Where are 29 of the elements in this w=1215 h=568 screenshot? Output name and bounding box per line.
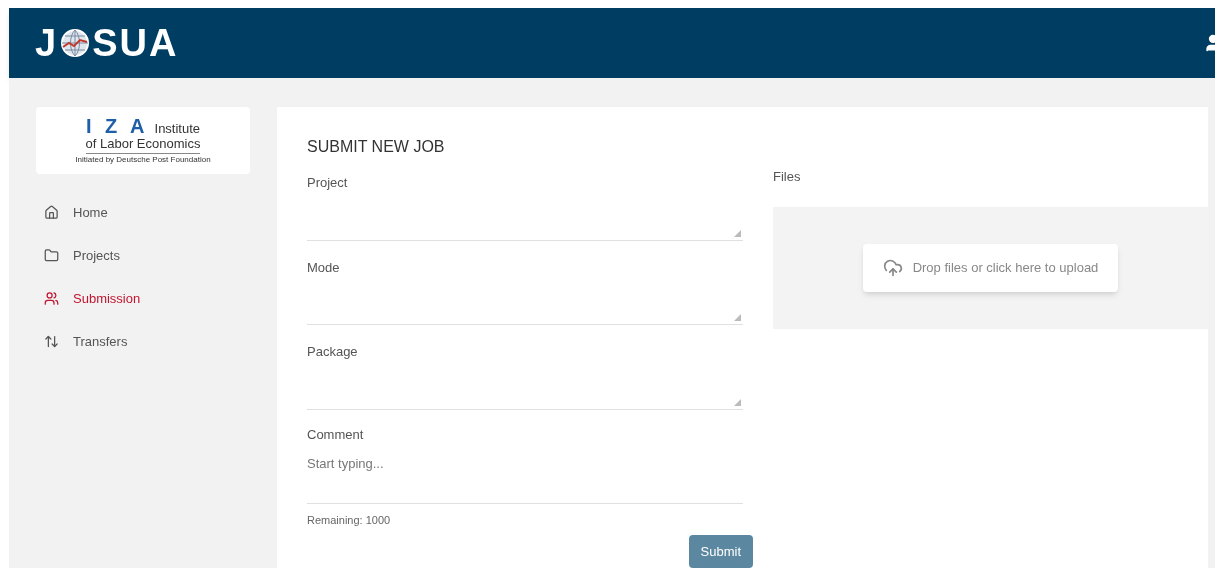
logo-letters: I Z A	[85, 116, 149, 137]
app-logo[interactable]: J SUA	[35, 14, 179, 72]
form-title: SUBMIT NEW JOB	[307, 137, 446, 157]
home-icon	[44, 205, 59, 220]
field-label: Comment	[307, 425, 365, 444]
upload-dropzone[interactable]: Drop files or click here to upload	[773, 206, 1208, 329]
people-icon	[44, 291, 59, 306]
folder-icon	[44, 248, 59, 263]
dropdown-corner-icon	[734, 229, 741, 237]
remaining-count: Remaining: 1000	[307, 513, 392, 529]
dropdown-corner-icon	[734, 398, 741, 406]
globe-icon	[60, 28, 91, 58]
logo-tagline: Initiated by Deutsche Post Foundation	[75, 154, 211, 165]
dropdown-corner-icon	[734, 314, 741, 322]
field-label: Project	[307, 174, 349, 192]
field-label: Package	[307, 343, 359, 362]
nav-item[interactable]: Home	[44, 202, 277, 223]
logo-text: of Labor Economics	[85, 136, 201, 154]
logo-text: Institute	[154, 122, 201, 136]
nav-item[interactable]: Transfers	[44, 331, 277, 352]
submit-button[interactable]: Submit	[688, 534, 753, 568]
arrows-icon	[44, 334, 59, 349]
field-label: Files	[773, 168, 802, 186]
upload-button[interactable]: Drop files or click here to upload	[862, 243, 1119, 292]
field-label: Mode	[307, 258, 341, 277]
cloud-upload-icon	[882, 257, 903, 278]
nav-item[interactable]: Submission	[44, 288, 277, 309]
nav-item[interactable]: Projects	[44, 245, 277, 266]
comment-field[interactable]: Start typing...	[307, 454, 743, 505]
